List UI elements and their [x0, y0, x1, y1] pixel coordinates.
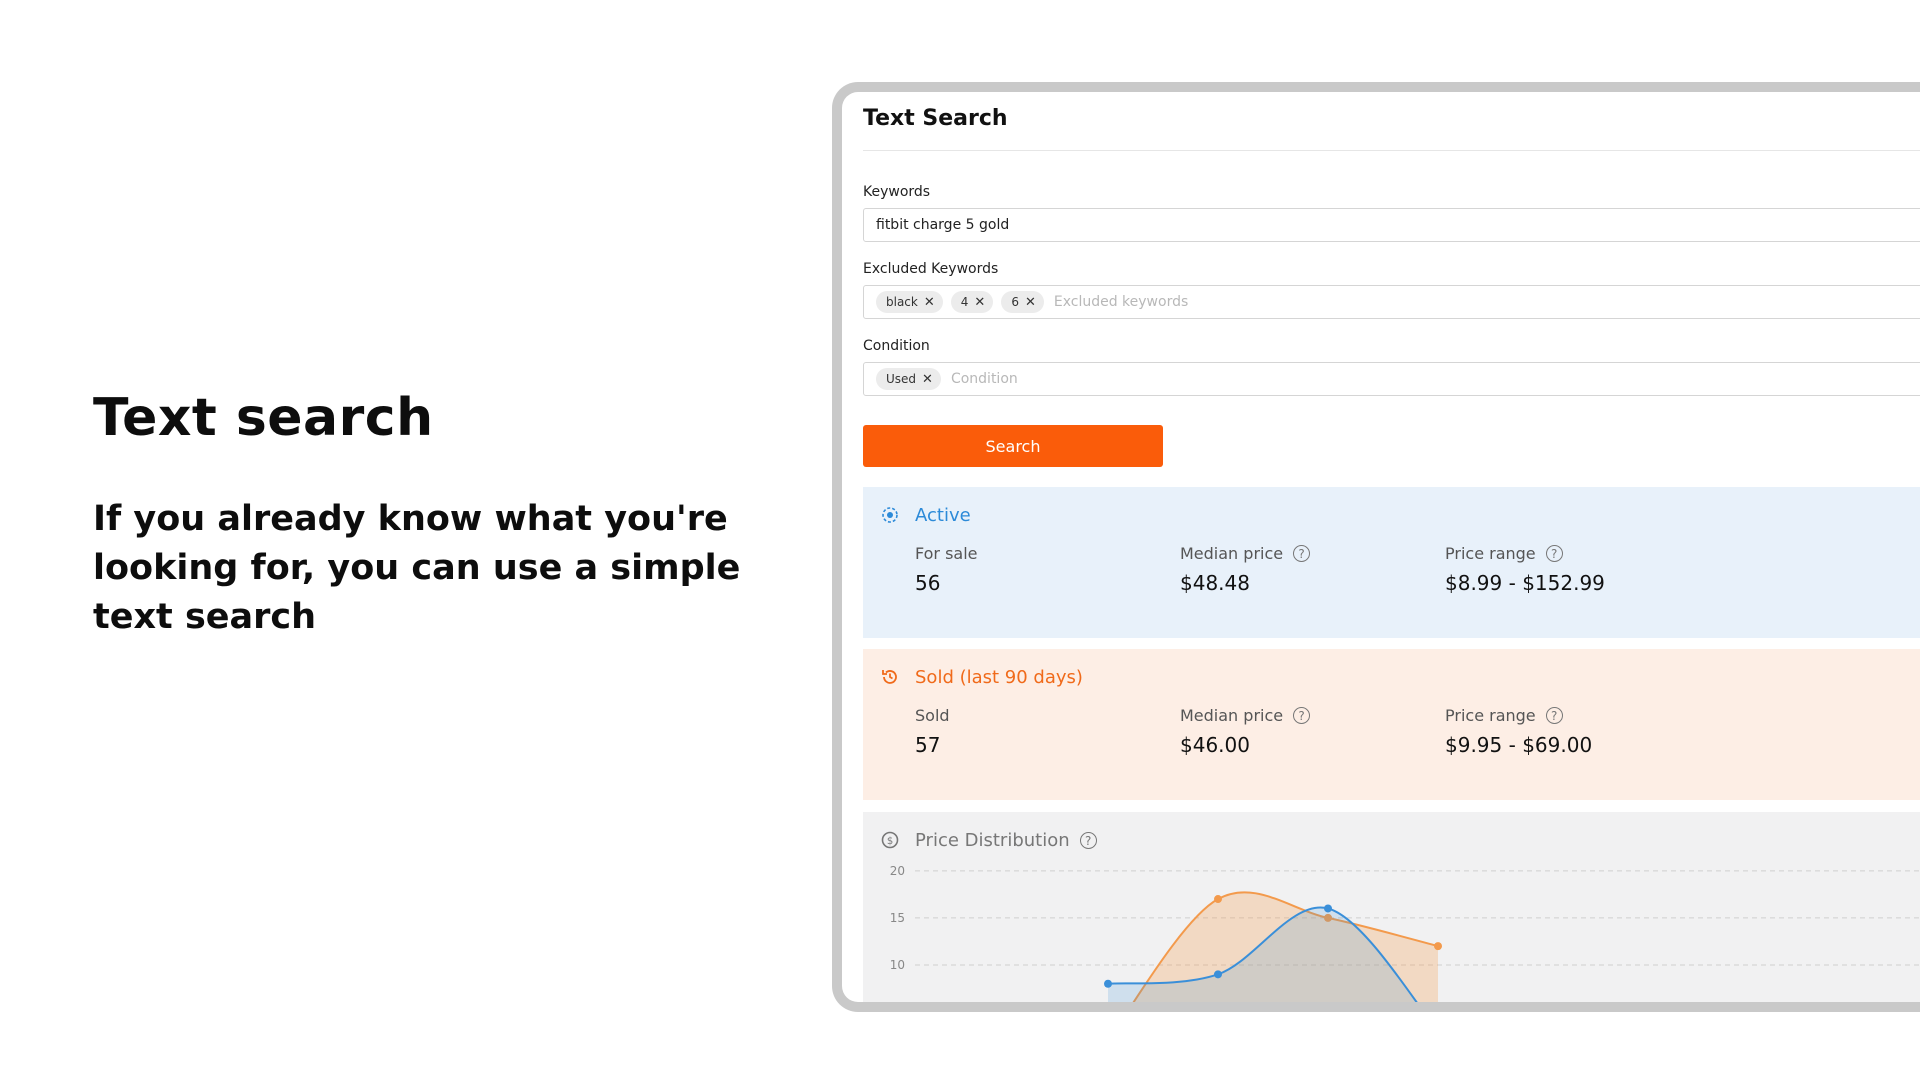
- keywords-input[interactable]: fitbit charge 5 gold: [863, 208, 1920, 242]
- search-button[interactable]: Search: [863, 425, 1163, 467]
- price-range-value: $8.99 - $152.99: [1445, 571, 1605, 595]
- sold-title: Sold (last 90 days): [915, 667, 1083, 688]
- close-icon[interactable]: ✕: [974, 295, 985, 310]
- close-icon[interactable]: ✕: [922, 372, 933, 387]
- history-icon: [882, 670, 897, 684]
- y-tick-label: 10: [890, 958, 905, 972]
- help-icon[interactable]: ?: [1293, 545, 1311, 562]
- sold-value: 57: [915, 733, 941, 757]
- y-tick-label: 15: [890, 911, 905, 925]
- close-icon[interactable]: ✕: [1025, 295, 1036, 310]
- data-point[interactable]: [1214, 895, 1222, 904]
- price-distribution-panel: $ Price Distribution? 10 15 20: [863, 812, 1920, 1002]
- median-price-value: $48.48: [1180, 571, 1250, 595]
- broadcast-icon: [882, 507, 898, 523]
- excluded-chip[interactable]: 6 ✕: [1001, 291, 1044, 313]
- median-price-label: Median price?: [1180, 544, 1311, 563]
- excluded-keywords-placeholder: Excluded keywords: [1053, 294, 1189, 310]
- app-screen: Text Search Keywords fitbit charge 5 gol…: [863, 92, 1920, 1002]
- hero-subtitle: If you already know what you're looking …: [93, 499, 741, 637]
- data-point[interactable]: [1324, 904, 1332, 913]
- data-point[interactable]: [1214, 970, 1222, 979]
- help-icon[interactable]: ?: [1545, 707, 1563, 724]
- excluded-keywords-label: Excluded Keywords: [863, 261, 999, 277]
- price-distribution-chart: 10 15 20: [890, 864, 1920, 1002]
- keywords-label: Keywords: [863, 184, 931, 200]
- condition-label: Condition: [863, 338, 930, 354]
- keywords-value: fitbit charge 5 gold: [876, 217, 1010, 233]
- hero-title: Text search: [93, 388, 434, 448]
- sold-panel: Sold (last 90 days) Sold 57 Median price…: [863, 649, 1920, 800]
- data-point[interactable]: [1104, 979, 1112, 988]
- device-frame: Text Search Keywords fitbit charge 5 gol…: [832, 82, 1920, 1012]
- active-title: Active: [915, 505, 971, 526]
- sold-range-label: Price range?: [1445, 706, 1563, 725]
- excluded-chip[interactable]: black ✕: [876, 291, 943, 313]
- price-range-label: Price range?: [1445, 544, 1563, 563]
- help-icon[interactable]: ?: [1545, 545, 1563, 562]
- help-icon[interactable]: ?: [1293, 707, 1311, 724]
- for-sale-label: For sale: [915, 544, 978, 563]
- sold-label: Sold: [915, 706, 950, 725]
- excluded-chip[interactable]: 4 ✕: [950, 291, 994, 313]
- for-sale-value: 56: [915, 571, 941, 595]
- close-icon[interactable]: ✕: [924, 295, 935, 310]
- condition-select[interactable]: Used ✕ Condition: [863, 362, 1920, 396]
- active-panel: Active For sale 56 Median price? $48.48 …: [863, 487, 1920, 638]
- y-tick-label: 20: [890, 864, 905, 878]
- excluded-keywords-input[interactable]: black ✕ 4 ✕ 6 ✕ Excluded keywords: [863, 285, 1920, 319]
- condition-chip[interactable]: Used ✕: [876, 368, 941, 390]
- condition-placeholder: Condition: [950, 371, 1018, 387]
- divider: [863, 150, 1920, 151]
- sold-range-value: $9.95 - $69.00: [1445, 733, 1593, 757]
- sold-median-label: Median price?: [1180, 706, 1311, 725]
- sold-median-value: $46.00: [1180, 733, 1250, 757]
- data-point[interactable]: [1434, 942, 1442, 951]
- page-title: Text Search: [863, 106, 1008, 131]
